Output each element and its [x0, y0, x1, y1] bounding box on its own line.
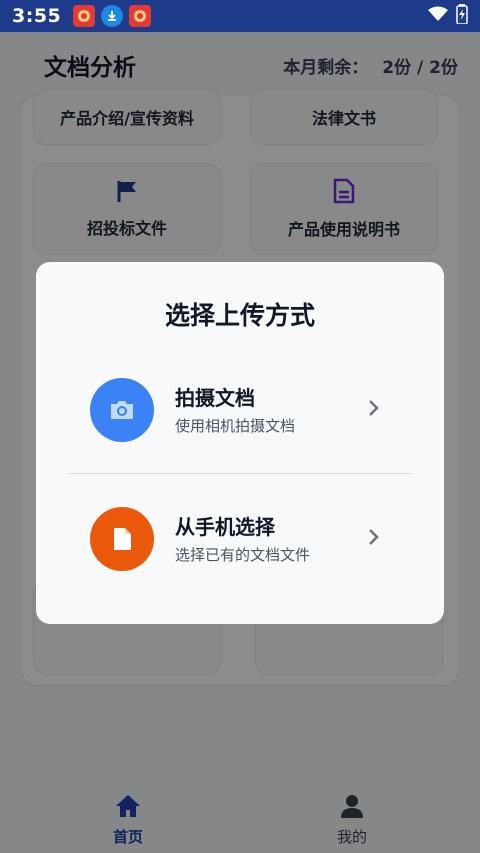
battery-icon [456, 4, 468, 28]
wifi-icon [428, 6, 448, 26]
divider [68, 473, 412, 474]
option-subtitle: 选择已有的文档文件 [175, 546, 311, 564]
file-icon [90, 507, 154, 571]
status-app-icons [73, 5, 152, 27]
status-bar: 3:55 [0, 0, 480, 32]
app-icon-red [73, 5, 96, 27]
option-title: 从手机选择 [175, 515, 275, 539]
option-subtitle: 使用相机拍摄文档 [175, 417, 296, 435]
option-take-photo[interactable]: 拍摄文档 使用相机拍摄文档 [36, 360, 444, 460]
upload-method-dialog: 选择上传方式 拍摄文档 使用相机拍摄文档 从手机选择 选择已有的文档文件 [36, 262, 444, 624]
download-icon [101, 5, 124, 27]
app-icon-red-2 [129, 5, 152, 27]
status-time: 3:55 [12, 5, 62, 27]
option-title: 拍摄文档 [175, 386, 255, 410]
option-choose-from-phone[interactable]: 从手机选择 选择已有的文档文件 [36, 489, 444, 589]
camera-icon [90, 378, 154, 442]
chevron-right-icon [367, 527, 381, 551]
dialog-title: 选择上传方式 [164, 301, 315, 330]
chevron-right-icon [367, 398, 381, 422]
